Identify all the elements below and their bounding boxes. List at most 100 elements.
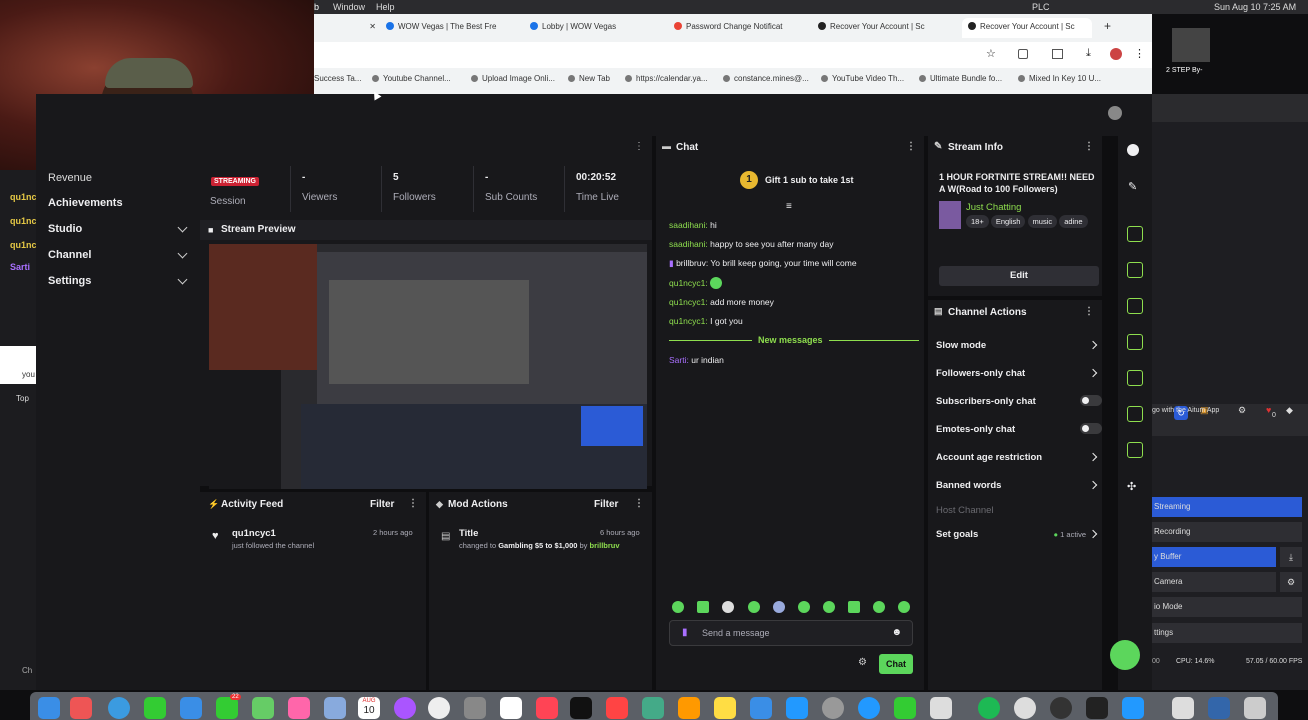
- maps-icon[interactable]: [252, 697, 274, 719]
- numbers-icon[interactable]: [642, 697, 664, 719]
- tab-close-prev[interactable]: ✕: [314, 18, 378, 38]
- safari-icon[interactable]: [108, 697, 130, 719]
- emote-icon[interactable]: [722, 601, 734, 613]
- emote-icon[interactable]: [823, 601, 835, 613]
- download-icon[interactable]: ⤓: [1086, 47, 1091, 60]
- bookmark-item[interactable]: constance.mines@...: [723, 74, 809, 83]
- kebab-icon[interactable]: ⋮: [408, 499, 418, 509]
- kebab-icon[interactable]: ⋮: [1084, 307, 1094, 317]
- sidepanel-icon[interactable]: [1052, 49, 1063, 59]
- menubar-datetime[interactable]: Sun Aug 10 7:25 AM: [1214, 2, 1296, 12]
- kebab-icon[interactable]: ⋮: [634, 142, 644, 152]
- info-icon[interactable]: [1127, 144, 1139, 156]
- podcasts-icon[interactable]: [394, 697, 416, 719]
- news-icon[interactable]: [606, 697, 628, 719]
- bookmark-star-icon[interactable]: ☆: [986, 47, 996, 60]
- emotes-only-toggle[interactable]: [1080, 423, 1102, 434]
- menu-window[interactable]: Window: [333, 2, 365, 12]
- obs-settings-button[interactable]: ttings: [1152, 623, 1302, 643]
- nav-channel[interactable]: Channel: [48, 249, 91, 261]
- activity-user[interactable]: qu1ncyc1: [232, 528, 276, 539]
- contacts-icon[interactable]: [324, 697, 346, 719]
- emote-icon[interactable]: [798, 601, 810, 613]
- add-action-icon[interactable]: ✣: [1127, 480, 1136, 493]
- bookmark-item[interactable]: https://calendar.ya...: [625, 74, 708, 83]
- mail-icon[interactable]: [180, 697, 202, 719]
- gift-sub-banner[interactable]: Gift 1 sub to take 1st: [765, 175, 854, 185]
- new-tab-button[interactable]: +: [1104, 19, 1116, 39]
- bookmark-item[interactable]: New Tab: [568, 74, 610, 83]
- user-avatar[interactable]: [1108, 106, 1122, 120]
- document-icon[interactable]: [1172, 697, 1194, 719]
- obs-camera-button[interactable]: Camera: [1152, 572, 1276, 592]
- browser-tab[interactable]: Recover Your Account | Sc: [818, 18, 946, 38]
- browser-tab[interactable]: WOW Vegas | The Best Fre: [386, 18, 514, 38]
- chat-action-icon[interactable]: [1127, 334, 1143, 350]
- edit-stream-info-button[interactable]: Edit: [939, 266, 1099, 286]
- set-goals-item[interactable]: Set goals ● 1 active: [936, 529, 1102, 540]
- spotify-icon[interactable]: [978, 697, 1000, 719]
- emoji-icon[interactable]: ☻: [891, 627, 902, 638]
- menu-help[interactable]: Help: [376, 2, 395, 12]
- browser-menu-icon[interactable]: ⋮: [1134, 47, 1145, 60]
- gear-icon[interactable]: ⚙: [1238, 405, 1246, 416]
- facetime-icon[interactable]: [216, 697, 238, 719]
- mod-filter-button[interactable]: Filter: [594, 499, 618, 510]
- stream-category[interactable]: Just Chatting: [966, 202, 1021, 213]
- mic-icon[interactable]: ▮: [682, 627, 688, 638]
- emote-icon[interactable]: [672, 601, 684, 613]
- system-settings-icon[interactable]: [822, 697, 844, 719]
- bookmark-item[interactable]: Success Ta...: [314, 74, 361, 83]
- pin-arrow-icon[interactable]: ≡: [786, 201, 792, 212]
- app-icon[interactable]: [1014, 697, 1036, 719]
- emote-icon[interactable]: [773, 601, 785, 613]
- subscribers-only-toggle[interactable]: [1080, 395, 1102, 406]
- app-store-icon[interactable]: [786, 697, 808, 719]
- slow-mode-item[interactable]: Slow mode: [936, 340, 1102, 351]
- support-chat-icon[interactable]: [1110, 640, 1140, 670]
- emote-icon[interactable]: [748, 601, 760, 613]
- browser-tab[interactable]: Lobby | WOW Vegas: [530, 18, 658, 38]
- layout-icon[interactable]: [1127, 406, 1143, 422]
- finder-icon[interactable]: [38, 697, 60, 719]
- extension-icon[interactable]: [1018, 49, 1028, 59]
- profile-avatar[interactable]: [1110, 48, 1122, 60]
- chat-input[interactable]: ▮ Send a message ☻: [669, 620, 913, 646]
- preview-icon[interactable]: [750, 697, 772, 719]
- kebab-icon[interactable]: ⋮: [634, 499, 644, 509]
- banned-words-item[interactable]: Banned words: [936, 480, 1102, 491]
- wrench-icon[interactable]: [1127, 442, 1143, 458]
- tag[interactable]: English: [990, 215, 1026, 228]
- tv-icon[interactable]: [570, 697, 592, 719]
- heart-icon[interactable]: ♥: [1266, 405, 1271, 415]
- bookmark-item[interactable]: Youtube Channel...: [372, 74, 451, 83]
- obs-studio-mode-button[interactable]: io Mode: [1152, 597, 1302, 617]
- kebab-icon[interactable]: ⋮: [1084, 142, 1094, 152]
- obs-icon[interactable]: [1050, 697, 1072, 719]
- bookmark-item[interactable]: Mixed In Key 10 U...: [1018, 74, 1101, 83]
- kebab-icon[interactable]: ⋮: [906, 142, 916, 152]
- clip-icon[interactable]: [1127, 226, 1143, 242]
- followers-only-item[interactable]: Followers-only chat: [936, 368, 1102, 379]
- bookmark-item[interactable]: YouTube Video Th...: [821, 74, 904, 83]
- photos-icon[interactable]: [288, 697, 310, 719]
- chat-send-button[interactable]: Chat: [879, 654, 913, 674]
- chrome-icon[interactable]: [428, 697, 450, 719]
- calendar-icon[interactable]: AUG 10: [358, 697, 380, 719]
- music-icon[interactable]: [536, 697, 558, 719]
- app-icon[interactable]: [464, 697, 486, 719]
- tag[interactable]: music: [1027, 215, 1058, 228]
- obs-streaming-button[interactable]: Streaming: [1152, 497, 1302, 517]
- pages-icon[interactable]: [678, 697, 700, 719]
- bolt-action-icon[interactable]: [1127, 262, 1143, 278]
- bookmark-item[interactable]: Ultimate Bundle fo...: [919, 74, 1002, 83]
- doc-action-icon[interactable]: [1127, 298, 1143, 314]
- notes-icon[interactable]: [714, 697, 736, 719]
- chevron-down-icon[interactable]: [177, 274, 188, 285]
- chevron-down-icon[interactable]: [177, 248, 188, 259]
- broadcast-icon[interactable]: [1127, 370, 1143, 386]
- browser-tab[interactable]: Password Change Notificat: [674, 18, 802, 38]
- account-age-item[interactable]: Account age restriction: [936, 452, 1102, 463]
- nav-studio[interactable]: Studio: [48, 223, 82, 235]
- nav-achievements[interactable]: Achievements: [48, 197, 123, 209]
